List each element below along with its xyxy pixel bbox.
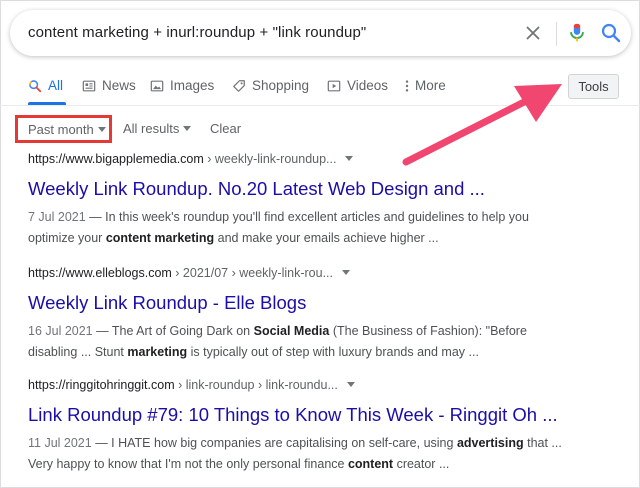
caret-down-icon[interactable]	[346, 382, 355, 387]
search-icon	[29, 80, 42, 93]
result-url[interactable]: https://ringgitohringgit.com › link-roun…	[28, 378, 618, 396]
snippet-text: — In this week's roundup you'll find exc…	[85, 210, 529, 224]
snippet-highlight: content	[347, 457, 394, 471]
search-icon[interactable]	[599, 21, 623, 45]
snippet-text: creator ...	[393, 457, 450, 471]
news-icon	[82, 80, 96, 92]
time-filter-label: Past month	[28, 122, 94, 137]
clear-filters-link[interactable]: Clear	[210, 121, 241, 136]
snippet-text: is typically out of step with luxury bra…	[187, 345, 479, 359]
result-snippet: 7 Jul 2021 — In this week's roundup you'…	[28, 207, 618, 249]
snippet-highlight: Social Media	[253, 324, 330, 338]
search-divider	[556, 22, 557, 46]
result-url-path: › weekly-link-roundup...	[203, 152, 337, 166]
tab-label: Shopping	[252, 78, 310, 93]
result-title-link[interactable]: Weekly Link Roundup - Elle Blogs	[28, 292, 618, 314]
result-url-host: https://ringgitohringgit.com	[28, 378, 175, 392]
result-date: 11 Jul 2021	[28, 436, 92, 450]
search-result: https://www.bigapplemedia.com › weekly-l…	[28, 152, 618, 249]
result-title-link[interactable]: Link Roundup #79: 10 Things to Know This…	[28, 404, 618, 426]
result-snippet: 16 Jul 2021 — The Art of Going Dark on S…	[28, 321, 618, 363]
result-date: 16 Jul 2021	[28, 324, 93, 338]
search-result: https://ringgitohringgit.com › link-roun…	[28, 378, 618, 475]
caret-down-icon	[183, 126, 192, 131]
play-icon	[327, 80, 341, 92]
search-input[interactable]: content marketing + inurl:roundup + "lin…	[28, 24, 366, 41]
result-url-host: https://www.elleblogs.com	[28, 266, 172, 280]
snippet-text: — The Art of Going Dark on	[92, 324, 254, 338]
snippet-highlight: marketing	[127, 345, 188, 359]
search-tools-bar: Past month All results Clear	[0, 112, 640, 144]
snippet-text: and make your emails achieve higher ...	[214, 231, 439, 245]
tab-shopping[interactable]: Shopping	[232, 78, 309, 104]
search-result: https://www.elleblogs.com › 2021/07 › we…	[28, 266, 618, 363]
result-date: 7 Jul 2021	[28, 210, 86, 224]
snippet-text: (The Business of Fashion): "Before	[329, 324, 527, 338]
clear-icon[interactable]	[522, 22, 544, 44]
snippet-text: Very happy to know that I'm not the only…	[28, 457, 348, 471]
snippet-text: disabling ... Stunt	[28, 345, 128, 359]
snippet-text: that ...	[523, 436, 562, 450]
results-filter-label: All results	[123, 121, 180, 136]
snippet-text: — I HATE how big companies are capitalis…	[91, 436, 457, 450]
caret-down-icon	[97, 127, 106, 132]
tab-label: Images	[170, 78, 215, 93]
snippet-highlight: content marketing	[105, 231, 215, 245]
image-icon	[150, 80, 164, 92]
result-snippet: 11 Jul 2021 — I HATE how big companies a…	[28, 433, 618, 475]
result-title-link[interactable]: Weekly Link Roundup. No.20 Latest Web De…	[28, 178, 618, 200]
tab-all[interactable]: All	[28, 78, 63, 104]
tab-images[interactable]: Images	[150, 78, 214, 104]
tag-icon	[233, 80, 245, 92]
tab-label: News	[102, 78, 136, 93]
tab-news[interactable]: News	[82, 78, 136, 104]
search-box[interactable]: content marketing + inurl:roundup + "lin…	[10, 10, 631, 56]
caret-down-icon[interactable]	[342, 270, 350, 275]
result-url[interactable]: https://www.elleblogs.com › 2021/07 › we…	[28, 266, 618, 284]
results-filter-dropdown[interactable]: All results	[123, 121, 192, 136]
result-url-path: › 2021/07 › weekly-link-rou...	[171, 266, 333, 280]
time-filter-dropdown[interactable]: Past month	[15, 115, 112, 143]
caret-down-icon[interactable]	[345, 156, 354, 161]
tab-label: Videos	[347, 78, 389, 93]
snippet-highlight: advertising	[456, 436, 524, 450]
tools-button[interactable]: Tools	[568, 74, 619, 99]
tab-videos[interactable]: Videos	[327, 78, 388, 104]
snippet-text: optimize your	[28, 231, 106, 245]
result-url[interactable]: https://www.bigapplemedia.com › weekly-l…	[28, 152, 618, 170]
result-url-path: › link-roundup › link-roundu...	[174, 378, 338, 392]
microphone-icon[interactable]	[566, 21, 588, 45]
tab-label: All	[48, 78, 64, 93]
result-url-host: https://www.bigapplemedia.com	[28, 152, 204, 166]
